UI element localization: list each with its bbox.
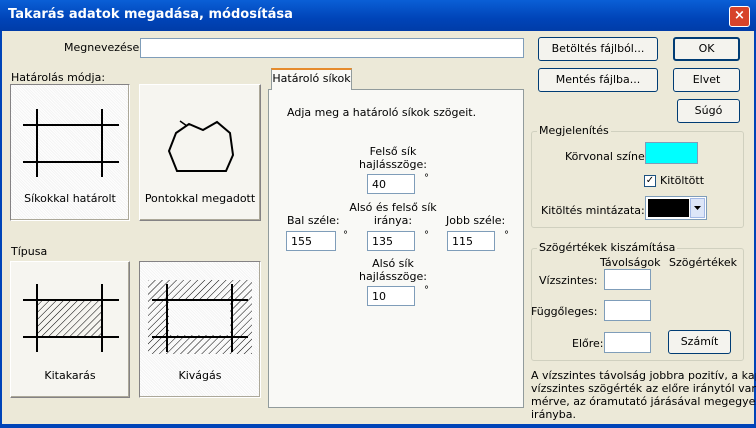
filled-label: Kitöltött — [660, 174, 705, 187]
masking-caption: Kitakarás — [44, 369, 96, 382]
window-title: Takarás adatok megadása, módosítása — [8, 7, 293, 22]
note-line-4: irányba. — [531, 408, 577, 421]
help-button[interactable]: Súgó — [677, 99, 740, 123]
type-label: Típusa — [11, 245, 48, 258]
top-plane-label-line2: hajlásszöge: — [359, 158, 427, 171]
name-input[interactable] — [140, 38, 524, 58]
direction-label-line1: Alsó és felső sík — [349, 201, 437, 214]
chevron-down-icon[interactable] — [690, 198, 705, 218]
right-edge-label: Jobb széle: — [446, 214, 506, 227]
bounding-mode-label: Határolás módja: — [11, 71, 106, 84]
planes-bounded-icon — [23, 109, 119, 177]
compute-button[interactable]: Számít — [668, 330, 731, 354]
bottom-plane-label-line2: hajlásszöge: — [359, 270, 427, 283]
middle-degree-symbol: ° — [424, 230, 429, 241]
fill-pattern-swatch — [648, 199, 689, 217]
points-given-caption: Pontokkal megadott — [144, 192, 256, 205]
tab-bounding-planes[interactable]: Határoló síkok — [271, 68, 352, 90]
cancel-button[interactable]: Elvet — [673, 68, 740, 92]
angles-column-header: Szögértékek — [669, 256, 737, 269]
cutout-icon — [148, 280, 252, 354]
horizontal-label: Vízszintes: — [539, 274, 598, 287]
angle-calc-group-title: Szögértékek kiszámítása — [537, 241, 678, 254]
note-line-1: A vízszintes távolság jobbra pozitív, a … — [531, 369, 756, 382]
direction-angle-input[interactable] — [367, 231, 415, 251]
left-edge-angle-input[interactable] — [286, 231, 336, 251]
forward-distance-input[interactable] — [604, 332, 651, 353]
bottom-plane-label-line1: Alsó sík — [372, 257, 414, 270]
masking-icon — [23, 284, 119, 352]
direction-label-line2: iránya: — [373, 214, 413, 227]
bottom-plane-angle-input[interactable] — [367, 286, 415, 306]
ok-button[interactable]: OK — [673, 37, 740, 61]
distances-column-header: Távolságok — [600, 256, 661, 269]
title-bar[interactable]: Takarás adatok megadása, módosítása × — [0, 0, 756, 31]
load-from-file-button[interactable]: Betöltés fájlból... — [538, 37, 658, 61]
cutout-button[interactable]: Kivágás — [139, 261, 261, 398]
name-label: Megnevezése: — [64, 41, 144, 54]
vertical-label: Függőleges: — [531, 305, 598, 318]
save-to-file-button[interactable]: Mentés fájlba... — [538, 68, 658, 92]
left-degree-symbol: ° — [343, 230, 348, 241]
horizontal-distance-input[interactable] — [604, 269, 651, 290]
top-degree-symbol: ° — [424, 173, 429, 184]
top-plane-angle-input[interactable] — [367, 174, 415, 194]
planes-bounded-button[interactable]: Síkokkal határolt — [10, 84, 130, 221]
fill-pattern-label: Kitöltés mintázata: — [541, 204, 645, 217]
filled-checkbox[interactable]: ✓ — [644, 175, 656, 187]
forward-label: Előre: — [572, 337, 604, 350]
outline-color-label: Körvonal színe: — [565, 150, 649, 163]
points-polygon-icon — [167, 120, 235, 172]
tab-instruction: Adja meg a határoló síkok szögeit. — [287, 106, 477, 119]
outline-color-swatch[interactable] — [645, 142, 698, 164]
planes-bounded-caption: Síkokkal határolt — [24, 192, 116, 205]
left-edge-label: Bal széle: — [287, 214, 340, 227]
display-group-title: Megjelenítés — [537, 124, 611, 137]
cutout-caption: Kivágás — [178, 369, 222, 382]
note-line-2: vízszintes szögérték az előre iránytól v… — [531, 382, 756, 395]
top-plane-label-line1: Felső sík — [369, 145, 417, 158]
masking-button[interactable]: Kitakarás — [10, 261, 130, 398]
right-edge-angle-input[interactable] — [447, 231, 495, 251]
fill-pattern-select[interactable] — [645, 196, 707, 220]
note-line-3: mérve, az óramutató járásával megegyező — [531, 395, 756, 408]
close-icon[interactable]: × — [729, 6, 750, 27]
bottom-degree-symbol: ° — [424, 285, 429, 296]
right-degree-symbol: ° — [504, 230, 509, 241]
vertical-distance-input[interactable] — [604, 300, 651, 321]
points-given-button[interactable]: Pontokkal megadott — [139, 84, 261, 221]
